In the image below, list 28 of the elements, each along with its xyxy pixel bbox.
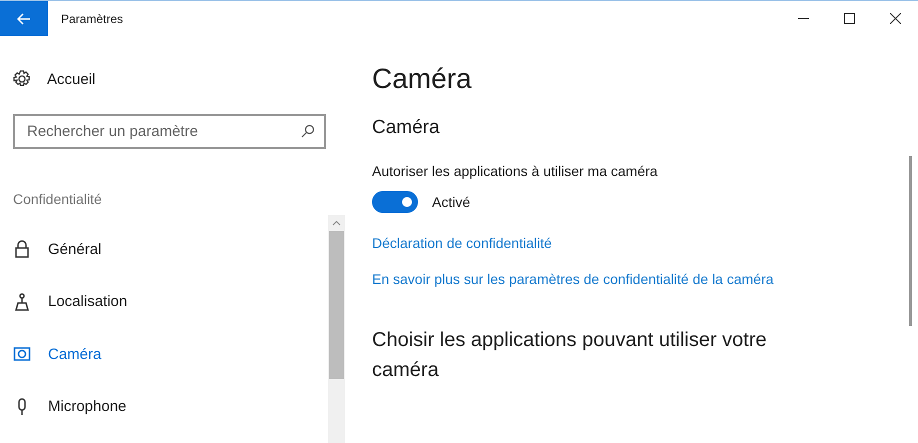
apps-heading: Choisir les applications pouvant utiliser votre caméra [372, 328, 768, 383]
nav-item[interactable]: Général [0, 223, 328, 276]
toggle-state: Activé [432, 194, 470, 210]
nav-item[interactable]: Microphone [0, 380, 328, 433]
setting-label: Autoriser les applications à utiliser ma caméra [372, 163, 659, 179]
maximize-icon [844, 13, 854, 24]
settings-icon [13, 70, 31, 88]
back-arrow-icon [17, 12, 31, 24]
page-title: Caméra [372, 63, 473, 95]
home-link[interactable]: Accueil [47, 70, 96, 88]
back-button[interactable] [0, 1, 48, 36]
scrollbar[interactable] [328, 215, 345, 443]
section-title: Caméra [372, 117, 441, 139]
person-pin-icon [13, 292, 31, 311]
toggle-switch[interactable] [372, 191, 418, 213]
scrollbar[interactable] [909, 156, 912, 326]
search-icon [301, 124, 315, 138]
section-label: Confidentialité [13, 191, 103, 207]
close-icon [890, 13, 900, 24]
camera-icon [13, 345, 31, 364]
privacy-link[interactable]: En savoir plus sur les paramètres de confidentialité de la caméra [372, 271, 774, 287]
scroll-up-icon [332, 220, 341, 226]
search-field[interactable]: Rechercher un paramètre [13, 114, 326, 149]
lock-icon [13, 240, 31, 258]
privacy-link[interactable]: Déclaration de confidentialité [372, 235, 552, 251]
window-title: Paramètres [61, 12, 124, 26]
nav-item[interactable]: Localisation [0, 276, 328, 328]
minimize-icon [798, 18, 808, 20]
